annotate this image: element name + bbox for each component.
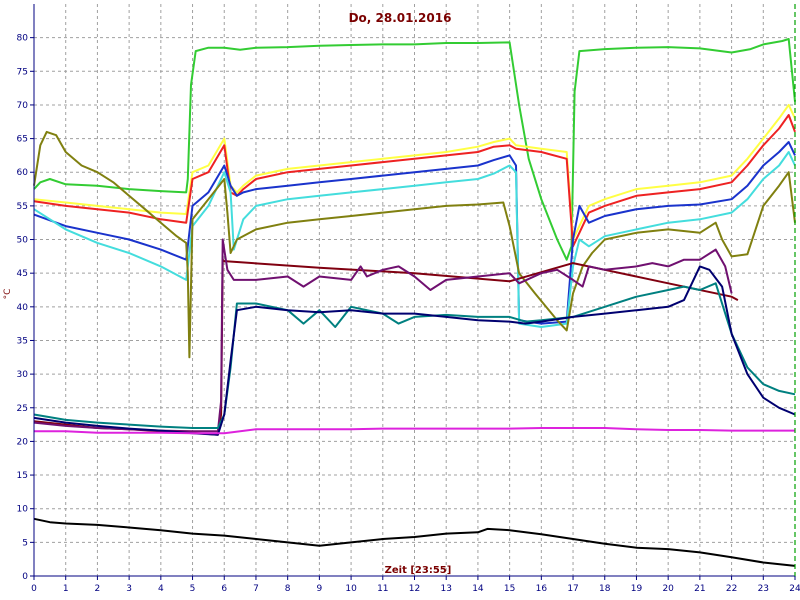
series-line-7: [33, 258, 739, 436]
x-tick-label: 7: [253, 584, 259, 594]
x-tick-label: 17: [567, 584, 578, 594]
x-tick-label: 16: [536, 584, 548, 594]
x-tick-label: 12: [409, 584, 420, 594]
y-tick-label: 50: [17, 236, 29, 246]
chart-svg: 05101520253035404550556065707580 0123456…: [3, 4, 800, 594]
y-tick-label: 70: [17, 101, 29, 111]
y-tick-label: 5: [22, 538, 28, 548]
x-tick-label: 9: [317, 584, 323, 594]
x-tick-label: 2: [95, 584, 101, 594]
y-axis-label: °C: [3, 289, 13, 300]
y-tick-label: 65: [17, 135, 28, 145]
y-tick-label: 75: [17, 67, 28, 77]
series-line-10: [33, 265, 796, 436]
y-tick-label: 25: [17, 404, 28, 414]
y-tick-label: 30: [17, 370, 29, 380]
chart: 0 5 10 15 20 25 30 35 40 45 50 55 60 65 70 75 80 0123456…: [0, 0, 800, 600]
y-tick-label: 20: [17, 437, 29, 447]
y-tick-labels: 0 5 10 15 20 25 30 35 40 45 50 55 60 65 70 75 80: [17, 34, 29, 582]
y-tick-label: 55: [17, 202, 28, 212]
x-tick-label: 0: [31, 584, 37, 594]
x-tick-label: 5: [190, 584, 196, 594]
x-tick-label: 23: [758, 584, 769, 594]
y-tick-label: 35: [17, 336, 28, 346]
x-tick-label: 10: [345, 584, 357, 594]
x-tick-label: 15: [504, 584, 515, 594]
axes: [30, 4, 796, 580]
x-tick-label: 3: [126, 584, 132, 594]
y-tick-label: 10: [17, 505, 29, 515]
x-tick-label: 11: [377, 584, 388, 594]
x-tick-label: 24: [789, 584, 800, 594]
x-tick-label: 6: [221, 584, 227, 594]
x-tick-label: 19: [631, 584, 643, 594]
x-tick-label: 20: [662, 584, 674, 594]
x-tick-label: 22: [726, 584, 737, 594]
y-tick-label: 15: [17, 471, 28, 481]
y-tick-label: 60: [17, 168, 29, 178]
x-tick-label: 21: [694, 584, 705, 594]
x-tick-labels: 0 1 2 3 4 5 6 7 8 9 10 11 12 13 14 15 16 17 18 19 20 21 22 23 24: [31, 584, 800, 594]
y-tick-label: 0: [22, 572, 28, 582]
y-tick-label: 80: [17, 34, 29, 44]
x-tick-label: 8: [285, 584, 291, 594]
x-tick-label: 4: [158, 584, 164, 594]
x-tick-label: 14: [472, 584, 484, 594]
x-tick-label: 13: [440, 584, 451, 594]
x-tick-label: 1: [63, 584, 69, 594]
x-axis-label: Zeit [23:55]: [385, 565, 452, 576]
x-tick-label: 18: [599, 584, 611, 594]
grid: [34, 4, 795, 576]
y-tick-label: 40: [17, 303, 29, 313]
chart-title: Do, 28.01.2016: [349, 11, 452, 25]
y-tick-label: 45: [17, 269, 28, 279]
